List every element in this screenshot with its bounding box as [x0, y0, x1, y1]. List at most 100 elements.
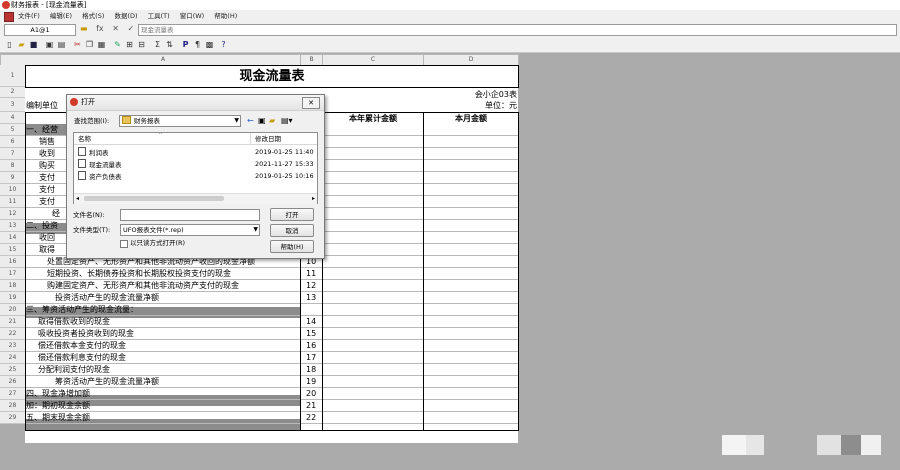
menu-data[interactable]: 数据(D) — [114, 12, 137, 20]
row-header[interactable]: 23 — [0, 340, 26, 352]
file-row[interactable]: 利润表 2019-01-25 11:40 — [76, 147, 316, 157]
scroll-right-icon[interactable]: ▸ — [312, 194, 315, 204]
row-header[interactable]: 16 — [0, 256, 26, 268]
row-header[interactable]: 25 — [0, 364, 26, 376]
row-header[interactable]: 5 — [0, 124, 26, 136]
unit-label[interactable]: 单位：元 — [455, 100, 517, 111]
menu-tools[interactable]: 工具(T) — [148, 12, 170, 20]
cell-item-name[interactable]: 分配利润支付的现金 — [38, 364, 299, 376]
row-header[interactable]: 9 — [0, 172, 26, 184]
row-header[interactable]: 8 — [0, 160, 26, 172]
menu-help[interactable]: 帮助(H) — [214, 12, 237, 20]
cell-item-name[interactable]: 吸收投资者投资收到的现金 — [38, 328, 299, 340]
copy-icon[interactable]: ❐ — [84, 39, 95, 50]
scrollbar-thumb[interactable] — [84, 196, 224, 201]
help-button[interactable]: 帮助(H) — [270, 240, 314, 253]
row-header[interactable]: 24 — [0, 352, 26, 364]
column-name-header[interactable]: 名称 — [78, 134, 91, 144]
cell-line-number[interactable]: 22 — [306, 412, 322, 424]
cell-line-number[interactable]: 17 — [306, 352, 322, 364]
cell-line-number[interactable]: 15 — [306, 328, 322, 340]
cell-item-name[interactable]: 筹资活动产生的现金流量净额 — [55, 376, 299, 388]
properties-icon[interactable]: P — [180, 39, 191, 50]
file-row[interactable]: 现金流量表 2021-11-27 15:33 — [76, 159, 316, 169]
new-file-icon[interactable]: ▯ — [4, 39, 15, 50]
print-preview-icon[interactable]: ▣ — [44, 39, 55, 50]
cell-line-number[interactable] — [306, 304, 322, 316]
cell-line-number[interactable]: 13 — [306, 292, 322, 304]
row-header[interactable]: 2 — [0, 87, 26, 98]
view-menu-icon[interactable]: ▤▾ — [281, 116, 293, 126]
cell-item-name[interactable]: 取得借款收到的现金 — [38, 316, 299, 328]
row-header[interactable]: 27 — [0, 388, 26, 400]
column-date-header[interactable]: 修改日期 — [255, 134, 281, 144]
row-header[interactable]: 1 — [0, 65, 26, 87]
menu-window[interactable]: 窗口(W) — [180, 12, 205, 20]
row-header[interactable]: 15 — [0, 244, 26, 256]
fx-button[interactable]: fx — [96, 24, 104, 33]
file-list[interactable]: 名称 ^ 修改日期 利润表 2019-01-25 11:40 现金流量表 202… — [73, 132, 318, 204]
cell-item-name[interactable]: 五、期末现金余额 — [26, 412, 299, 424]
back-icon[interactable]: ← — [247, 116, 254, 126]
grid-icon[interactable]: ▩ — [204, 39, 215, 50]
row-header[interactable]: 19 — [0, 292, 26, 304]
row-header[interactable]: 7 — [0, 148, 26, 160]
row-header[interactable]: 10 — [0, 184, 26, 196]
paragraph-icon[interactable]: ¶ — [192, 39, 203, 50]
cancel-button[interactable]: 取消 — [270, 224, 314, 237]
dialog-title-bar[interactable]: 打开 ✕ — [67, 95, 324, 111]
formula-input[interactable]: 现金流量表 — [138, 24, 897, 36]
cell-line-number[interactable]: 18 — [306, 364, 322, 376]
open-button[interactable]: 打开 — [270, 208, 314, 221]
row-header[interactable]: 29 — [0, 412, 26, 424]
help-icon[interactable]: ? — [218, 39, 229, 50]
dialog-close-button[interactable]: ✕ — [302, 97, 320, 109]
row-header[interactable]: 28 — [0, 400, 26, 412]
row-header[interactable]: 20 — [0, 304, 26, 316]
row-header[interactable]: 6 — [0, 136, 26, 148]
cell-item-name[interactable]: 四、现金净增加额 — [26, 388, 299, 400]
row-header[interactable]: 12 — [0, 208, 26, 220]
cell-item-name[interactable] — [26, 65, 299, 87]
row-header[interactable]: 21 — [0, 316, 26, 328]
function-icon[interactable]: ▬ — [80, 24, 88, 33]
lookin-select[interactable]: 财务报表 ▼ — [119, 115, 241, 127]
cell-item-name[interactable]: 投资活动产生的现金流量净额 — [55, 292, 299, 304]
horizontal-scrollbar[interactable]: ◂ ▸ — [74, 193, 317, 204]
row-header[interactable]: 26 — [0, 376, 26, 388]
cell-line-number[interactable]: 11 — [306, 268, 322, 280]
row-header[interactable]: 13 — [0, 220, 26, 232]
cell-item-name[interactable]: 短期投资、长期债券投资和长期股权投资支付的现金 — [47, 268, 299, 280]
cell-item-name[interactable]: 购建固定资产、无形资产和其他非流动资产支付的现金 — [47, 280, 299, 292]
cell-line-number[interactable]: 12 — [306, 280, 322, 292]
column-month-amount[interactable]: 本月金额 — [424, 113, 518, 124]
print-icon[interactable]: ▤ — [56, 39, 67, 50]
column-year-amount[interactable]: 本年累计金额 — [323, 113, 423, 124]
cell-item-name[interactable]: 偿还借款本金支付的现金 — [38, 340, 299, 352]
row-header[interactable]: 17 — [0, 268, 26, 280]
cancel-edit-button[interactable]: ✕ — [112, 24, 119, 33]
confirm-edit-button[interactable]: ✓ — [127, 24, 134, 33]
insert-row-icon[interactable]: ⊞ — [124, 39, 135, 50]
cell-item-name[interactable]: 三、筹资活动产生的现金流量： — [26, 304, 299, 316]
cell-reference-box[interactable]: A1@1 — [4, 24, 76, 36]
readonly-checkbox[interactable] — [120, 240, 128, 248]
new-folder-icon[interactable]: ▰ — [269, 116, 275, 126]
cell-line-number[interactable]: 19 — [306, 376, 322, 388]
sum-icon[interactable]: Σ — [152, 39, 163, 50]
row-header[interactable]: 14 — [0, 232, 26, 244]
open-folder-icon[interactable]: ▰ — [16, 39, 27, 50]
form-number[interactable]: 会小企03表 — [455, 89, 517, 100]
cell-line-number[interactable] — [306, 65, 322, 87]
filename-input[interactable] — [120, 209, 260, 221]
row-header[interactable]: 11 — [0, 196, 26, 208]
cell-item-name[interactable]: 偿还借款利息支付的现金 — [38, 352, 299, 364]
menu-edit[interactable]: 编辑(E) — [50, 12, 72, 20]
paste-icon[interactable]: ▦ — [96, 39, 107, 50]
filetype-select[interactable]: UFO报表文件(*.rep) ▼ — [120, 224, 260, 236]
up-folder-icon[interactable]: ▣ — [258, 116, 266, 126]
cell-line-number[interactable]: 14 — [306, 316, 322, 328]
file-row[interactable]: 资产负债表 2019-01-25 10:16 — [76, 171, 316, 181]
cell-item-name[interactable]: 加：期初现金余额 — [26, 400, 299, 412]
delete-row-icon[interactable]: ⊟ — [136, 39, 147, 50]
